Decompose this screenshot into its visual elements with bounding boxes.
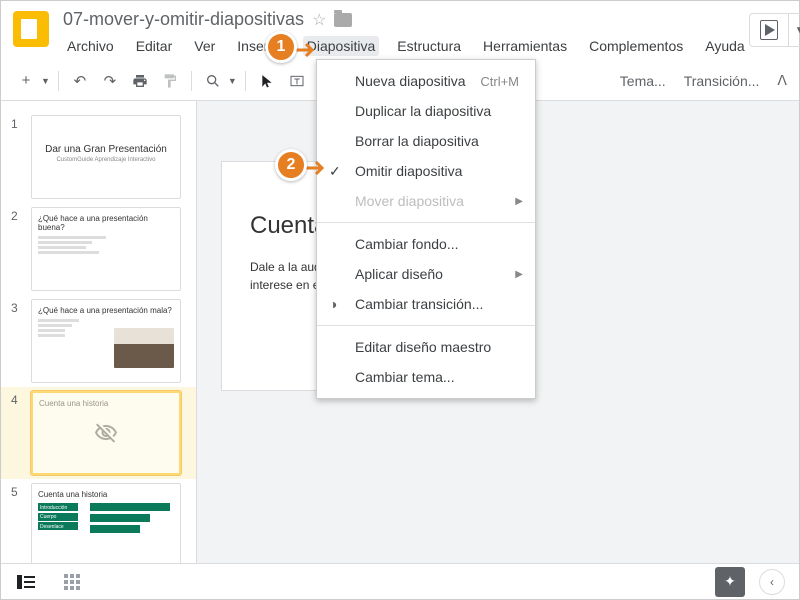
menu-editar[interactable]: Editar [132, 36, 177, 56]
thumb-image [114, 328, 174, 368]
menu-bar: Archivo Editar Ver Insertar Diapositiva … [63, 36, 749, 56]
slide-panel: 1 Dar una Gran Presentación CustomGuide … [1, 101, 197, 563]
thumb-title: Cuenta una historia [38, 490, 174, 499]
textbox-tool[interactable] [284, 68, 310, 94]
filmstrip-view-button[interactable] [15, 571, 37, 593]
transition-icon: ◑ [329, 296, 337, 312]
thumb-bar: Introducción [38, 503, 78, 511]
folder-icon[interactable] [334, 13, 352, 27]
transition-button[interactable]: Transición... [684, 73, 760, 89]
thumb-title: ¿Qué hace a una presentación mala? [38, 306, 174, 315]
check-icon: ✓ [329, 163, 341, 180]
menu-ver[interactable]: Ver [190, 36, 219, 56]
document-title[interactable]: 07-mover-y-omitir-diapositivas [63, 9, 304, 30]
shortcut-label: Ctrl+M [480, 74, 519, 89]
present-dropdown-icon[interactable]: ▼ [789, 25, 800, 36]
explore-button[interactable]: ✦ [715, 567, 745, 597]
slide-thumb-5[interactable]: 5 Cuenta una historia Introducción Cuerp… [1, 479, 196, 563]
dd-mover: Mover diapositiva ▶ [317, 186, 535, 216]
dd-cambiar-transicion[interactable]: ◑ Cambiar transición... [317, 289, 535, 319]
slide-number: 4 [11, 391, 23, 475]
slide-number: 3 [11, 299, 23, 383]
paint-format-button[interactable] [157, 68, 183, 94]
thumb-subtitle: CustomGuide Aprendizaje Interactivo [38, 157, 174, 163]
submenu-arrow-icon: ▶ [515, 196, 523, 207]
slide-thumb-4[interactable]: 4 Cuenta una historia [1, 387, 196, 479]
dd-cambiar-fondo[interactable]: Cambiar fondo... [317, 229, 535, 259]
theme-button[interactable]: Tema... [620, 73, 666, 89]
annotation-2: 2 [275, 149, 307, 181]
slide-thumb-3[interactable]: 3 ¿Qué hace a una presentación mala? [1, 295, 196, 387]
undo-button[interactable]: ↶ [67, 68, 93, 94]
menu-ayuda[interactable]: Ayuda [701, 36, 748, 56]
dd-editar-maestro[interactable]: Editar diseño maestro [317, 332, 535, 362]
zoom-button[interactable] [200, 68, 226, 94]
menu-archivo[interactable]: Archivo [63, 36, 118, 56]
present-button[interactable]: ▼ [749, 13, 800, 47]
slide-thumb-2[interactable]: 2 ¿Qué hace a una presentación buena? [1, 203, 196, 295]
annotation-1: 1 [265, 31, 297, 63]
hidden-eye-icon [94, 421, 118, 445]
diapositiva-dropdown: Nueva diapositiva Ctrl+M Duplicar la dia… [316, 59, 536, 399]
thumb-title: Dar una Gran Presentación [38, 144, 174, 155]
bottom-bar: ✦ ‹ [1, 563, 799, 599]
menu-estructura[interactable]: Estructura [393, 36, 465, 56]
thumb-bar: Desenlace [38, 522, 78, 530]
slides-app-icon[interactable] [13, 11, 49, 47]
print-button[interactable] [127, 68, 153, 94]
grid-view-button[interactable] [61, 571, 83, 593]
dd-aplicar-diseno[interactable]: Aplicar diseño ▶ [317, 259, 535, 289]
dd-cambiar-tema[interactable]: Cambiar tema... [317, 362, 535, 392]
slide-thumb-1[interactable]: 1 Dar una Gran Presentación CustomGuide … [1, 111, 196, 203]
submenu-arrow-icon: ▶ [515, 269, 523, 280]
new-slide-button[interactable]: + [13, 68, 39, 94]
dd-duplicar[interactable]: Duplicar la diapositiva [317, 96, 535, 126]
menu-complementos[interactable]: Complementos [585, 36, 687, 56]
thumb-bar: Cuerpo [38, 513, 78, 521]
dd-borrar[interactable]: Borrar la diapositiva [317, 126, 535, 156]
scroll-left-button[interactable]: ‹ [759, 569, 785, 595]
redo-button[interactable]: ↷ [97, 68, 123, 94]
star-icon[interactable]: ☆ [312, 10, 326, 30]
thumb-title: Cuenta una historia [39, 399, 173, 408]
thumb-title: ¿Qué hace a una presentación buena? [38, 214, 174, 232]
dd-omitir[interactable]: ✓ Omitir diapositiva [317, 156, 535, 186]
new-slide-dropdown-icon[interactable]: ▼ [41, 76, 50, 86]
slide-number: 5 [11, 483, 23, 563]
slide-number: 2 [11, 207, 23, 291]
collapse-icon[interactable]: ᐱ [777, 72, 787, 89]
slide-number: 1 [11, 115, 23, 199]
zoom-dropdown-icon[interactable]: ▼ [228, 76, 237, 86]
select-tool[interactable] [254, 68, 280, 94]
menu-herramientas[interactable]: Herramientas [479, 36, 571, 56]
dd-nueva-diapositiva[interactable]: Nueva diapositiva Ctrl+M [317, 66, 535, 96]
